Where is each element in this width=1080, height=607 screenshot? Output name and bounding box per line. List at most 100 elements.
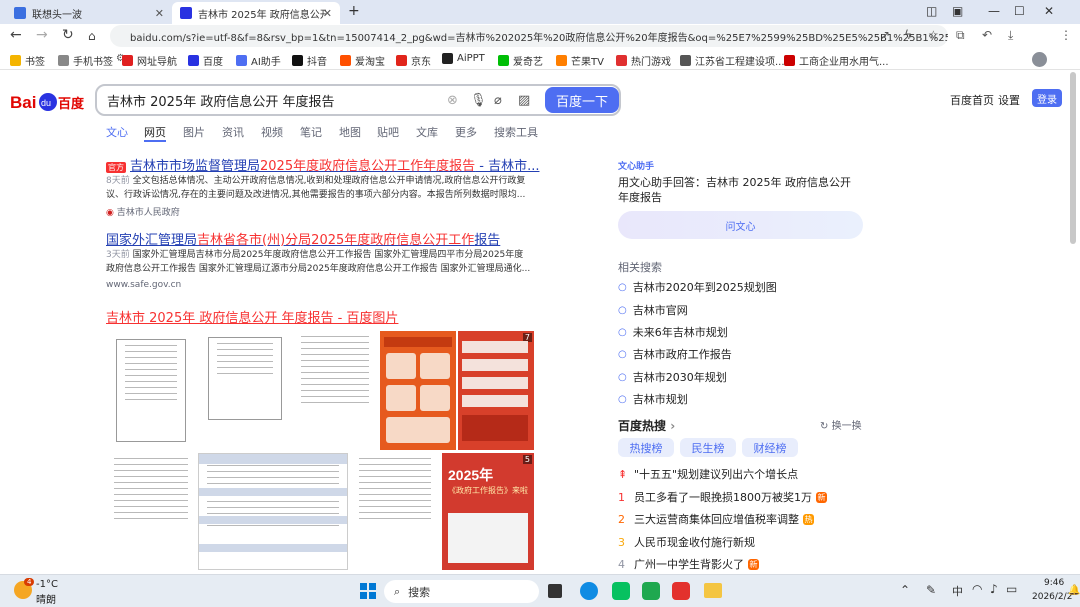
tab-web[interactable]: 网页 [144,124,166,140]
collections-icon[interactable]: ▣ [952,4,963,18]
home-icon[interactable]: ⌂ [88,29,96,43]
notification-bell-icon[interactable]: 🔔 [1068,585,1080,596]
clear-icon[interactable]: ⊗ [447,93,458,108]
file-explorer-icon[interactable] [704,583,722,598]
search-input[interactable]: 吉林市 2025年 政府信息公开 年度报告 [95,84,621,116]
hot-search-title[interactable]: 百度热搜 › [618,417,675,434]
pen-icon[interactable]: ✎ [926,583,936,597]
image-thumbnail[interactable] [106,453,196,570]
tab-tieba[interactable]: 贴吧 [377,124,399,140]
login-button[interactable]: 登录 [1032,89,1062,107]
hot-item[interactable]: 2 三大运营商集体回应增值税率调整热 [618,511,814,527]
tab-more[interactable]: 更多 [455,124,477,140]
image-thumbnail[interactable] [198,453,348,570]
bookmark-item[interactable]: 爱奇艺 [498,53,543,68]
related-search-item[interactable]: ○ 吉林市2030年规划 [618,369,727,385]
bookmark-item[interactable]: 抖音 [292,53,327,68]
more-menu-icon[interactable]: ⋮ [1060,28,1072,42]
attach-icon[interactable]: ⌀ [494,93,502,108]
download-icon[interactable]: ⤓ [1008,28,1013,43]
image-thumbnail[interactable] [380,331,456,450]
image-thumbnail[interactable] [351,453,439,570]
volume-icon[interactable]: ♪ [990,582,998,596]
bookmark-item[interactable]: AiPPT [442,53,485,64]
bookmark-item[interactable]: 百度 [188,53,223,68]
close-tab-icon[interactable]: ✕ [323,7,332,20]
extensions-icon[interactable]: ⧉ [956,28,965,43]
result-source[interactable]: www.safe.gov.cn [106,280,181,290]
result-source[interactable]: ◉ 吉林市人民政府 [106,205,180,218]
image-search-icon[interactable]: ▨ [518,93,530,108]
share-icon[interactable]: ↗ [880,28,890,42]
related-search-item[interactable]: ○ 吉林市政府工作报告 [618,346,732,362]
back-icon[interactable]: ← [10,27,22,43]
tab-wenku[interactable]: 文库 [416,124,438,140]
baidu-home-link[interactable]: 百度首页 [950,92,994,108]
battery-icon[interactable]: ▭ [1006,582,1017,596]
url-input[interactable]: baidu.com/s?ie=utf-8&f=8&rsv_bp=1&tn=150… [110,25,948,47]
reload-icon[interactable]: ↻ [62,27,74,43]
hot-tab-trending[interactable]: 热搜榜 [618,438,674,457]
related-search-item[interactable]: ○ 吉林市官网 [618,302,688,318]
baidu-logo[interactable]: Bai du 百度 [10,91,84,113]
page-scrollbar[interactable] [1070,72,1076,244]
minimize-icon[interactable]: — [988,4,1000,18]
result-title[interactable]: 国家外汇管理局吉林省各市(州)分局2025年度政府信息公开工作报告 [106,229,500,248]
chevron-up-icon[interactable]: ⌃ [900,583,910,597]
voice-icon[interactable]: 🎙 [470,93,487,108]
image-thumbnail[interactable] [200,331,290,450]
hot-item[interactable]: ⇞ "十五五"规划建议列出六个增长点 [618,466,798,482]
related-search-item[interactable]: ○ 未来6年吉林市规划 [618,324,728,340]
window-close-icon[interactable]: ✕ [1044,4,1054,18]
result-title[interactable]: 官方 吉林市市场监督管理局2025年度政府信息公开工作年度报告 - 吉林市... [106,155,539,174]
bookmark-item[interactable]: 热门游戏 [616,53,671,68]
tab-lenovo[interactable]: 联想头一波 ✕ [6,2,172,24]
bookmark-item[interactable]: 工商企业用水用气... [784,53,889,68]
tab-wenxin[interactable]: 文心 [106,124,128,140]
hot-item[interactable]: 3 人民币现金收付施行新规 [618,534,755,550]
hot-tab-livelihood[interactable]: 民生榜 [680,438,736,457]
related-search-item[interactable]: ○ 吉林市2020年到2025规划图 [618,279,777,295]
bookmark-item[interactable]: 网址导航 [122,53,177,68]
search-button[interactable]: 百度一下 [545,87,619,113]
chat-app-icon[interactable] [642,582,660,600]
hot-item[interactable]: 4 广州一中学生背影火了新 [618,556,759,572]
settings-link[interactable]: 设置 [998,92,1020,108]
close-tab-icon[interactable]: ✕ [155,7,164,20]
hot-tab-finance[interactable]: 财经榜 [742,438,798,457]
tab-news[interactable]: 资讯 [222,124,244,140]
bookmark-item[interactable]: 书签 [10,53,45,68]
image-thumbnail[interactable]: 7 [458,331,534,450]
taskbar-search-input[interactable]: ⌕ 搜索 [384,580,539,603]
edge-browser-icon[interactable] [580,582,598,600]
tab-search-tools[interactable]: 搜索工具 [494,124,538,140]
clock-date[interactable]: 2026/2/2 [1032,592,1072,602]
bookmark-item[interactable]: 江苏省工程建设项... [680,53,785,68]
tab-video[interactable]: 视频 [261,124,283,140]
tab-images[interactable]: 图片 [183,124,205,140]
undo-icon[interactable]: ↶ [982,28,992,42]
image-thumbnail[interactable] [106,331,196,450]
refresh-hot-button[interactable]: ↻ 换一换 [820,417,862,432]
new-tab-icon[interactable]: + [348,3,360,19]
favorite-star-icon[interactable]: ☆ [928,28,939,42]
hot-item[interactable]: 1 员工多看了一眼挽损1800万被奖1万新 [618,489,827,505]
ime-indicator[interactable]: 中 [952,583,963,599]
extension-bolt-icon[interactable]: ϟ [904,28,912,42]
maximize-icon[interactable]: ☐ [1014,4,1025,18]
windows-start-icon[interactable] [360,583,376,599]
wechat-icon[interactable] [612,582,630,600]
bookmark-item[interactable]: 芒果TV [556,53,604,68]
tab-baidu-search[interactable]: 吉林市 2025年 政府信息公开 年 ✕ [172,2,340,24]
bookmark-item[interactable]: AI助手 [236,53,281,68]
image-thumbnail[interactable] [293,331,377,450]
forward-icon[interactable]: → [36,27,48,43]
bookmark-item[interactable]: 京东 [396,53,431,68]
wifi-icon[interactable]: ◠ [972,582,982,596]
bookmark-item[interactable]: 爱淘宝 [340,53,385,68]
tab-notes[interactable]: 笔记 [300,124,322,140]
sidebar-toggle-icon[interactable]: ◫ [926,4,937,18]
clock-time[interactable]: 9:46 [1044,578,1064,588]
task-view-icon[interactable] [548,584,562,598]
tab-map[interactable]: 地图 [339,124,361,140]
